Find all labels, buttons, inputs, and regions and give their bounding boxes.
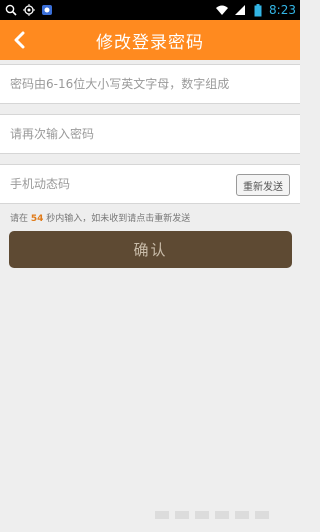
page-title: 修改登录密码 (96, 32, 204, 53)
confirm-button[interactable]: 确认 (9, 231, 292, 268)
back-button[interactable] (6, 26, 34, 54)
location-icon (22, 3, 36, 17)
countdown-seconds: 54 (30, 214, 44, 224)
status-time: 8:23 (269, 3, 296, 17)
chevron-left-icon (14, 31, 25, 49)
status-right-icons: 8:23 (215, 3, 296, 17)
password-input[interactable] (10, 77, 290, 91)
confirm-password-input[interactable] (10, 127, 290, 141)
watermark-logo (155, 511, 269, 519)
app-header: 修改登录密码 (0, 20, 300, 60)
app-icon (40, 3, 54, 17)
status-left-icons (4, 3, 54, 17)
confirm-password-field (0, 114, 300, 154)
search-icon (4, 3, 18, 17)
countdown-hint: 请在 54 秒内输入，如未收到请点击重新发送 (10, 211, 190, 224)
verification-code-input[interactable] (10, 177, 220, 191)
password-field (0, 64, 300, 104)
battery-icon (251, 3, 265, 17)
signal-icon (233, 3, 247, 17)
hint-suffix: 秒内输入，如未收到请点击重新发送 (46, 214, 191, 224)
verification-code-field: 重新发送 (0, 164, 300, 204)
status-bar: 8:23 (0, 0, 300, 20)
resend-code-button[interactable]: 重新发送 (236, 174, 290, 196)
wifi-icon (215, 3, 229, 17)
hint-prefix: 请在 (10, 214, 29, 224)
